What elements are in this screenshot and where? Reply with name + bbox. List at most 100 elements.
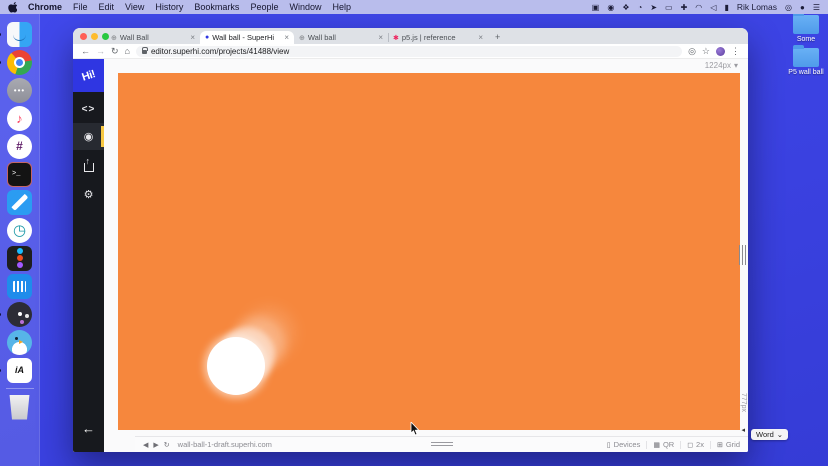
dock-messages-icon[interactable]: •••	[7, 78, 32, 103]
menu-chrome[interactable]: Chrome	[28, 2, 62, 12]
menu-help[interactable]: Help	[332, 2, 351, 12]
window-controls	[80, 33, 109, 40]
qr-toggle[interactable]: ▦ QR	[653, 440, 674, 449]
display-icon[interactable]: ▭	[665, 3, 673, 12]
tab-wall-ball-1[interactable]: ⊕ Wall Ball ×	[106, 31, 200, 44]
settings-button[interactable]: ⚙	[73, 181, 104, 208]
collapse-panel-icon[interactable]: ◂	[741, 426, 745, 434]
status-app-icon[interactable]: ❖	[622, 3, 629, 12]
menu-bar: Chrome File Edit View History Bookmarks …	[0, 0, 828, 14]
exit-editor-button[interactable]: ←	[73, 421, 104, 436]
dock-music-icon[interactable]: ♪	[7, 106, 32, 131]
2x-toggle[interactable]: ◻ 2x	[687, 440, 704, 449]
home-button[interactable]: ⌂	[125, 47, 130, 56]
dock-twitter-icon[interactable]	[7, 330, 32, 355]
close-tab-icon[interactable]: ×	[284, 33, 289, 42]
screen-mirroring-icon[interactable]: ▣	[592, 3, 600, 12]
menubar-username[interactable]: Rik Lomas	[737, 2, 777, 12]
profile-avatar[interactable]	[716, 47, 725, 56]
running-indicator	[0, 369, 1, 372]
minimize-window-button[interactable]	[91, 33, 98, 40]
menu-window[interactable]: Window	[289, 2, 321, 12]
dock-clock-icon[interactable]: ◷	[7, 218, 32, 243]
dock-chrome-icon[interactable]	[7, 50, 32, 75]
browser-menu-icon[interactable]: ⋮	[731, 47, 740, 56]
divider	[680, 441, 681, 449]
gear-icon: ⚙	[84, 188, 94, 201]
tab-p5js-reference[interactable]: ✱ p5.js | reference ×	[388, 31, 488, 44]
chrome-window: ⊕ Wall Ball × ● Wall ball - SuperHi × ⊕ …	[73, 28, 748, 452]
spotlight-icon[interactable]: ◎	[785, 3, 792, 12]
menu-view[interactable]: View	[125, 2, 144, 12]
dock-slack-icon[interactable]: #	[7, 134, 32, 159]
desktop-folder-some[interactable]: Some	[786, 15, 826, 43]
dock-finder-icon[interactable]	[7, 22, 32, 47]
p5-canvas[interactable]	[118, 73, 740, 430]
volume-icon[interactable]: ◁	[710, 3, 716, 12]
slack-glyph: #	[16, 139, 23, 153]
close-tab-icon[interactable]: ×	[378, 33, 383, 42]
dock-terminal-icon[interactable]: >_	[7, 162, 32, 187]
preview-url[interactable]: wall-ball-1-draft.superhi.com	[178, 440, 272, 449]
width-resize-handle[interactable]	[739, 245, 746, 265]
eye-icon: ◉	[84, 130, 94, 143]
back-arrow-icon: ←	[82, 421, 95, 436]
battery-icon[interactable]: ▮	[724, 3, 728, 12]
back-button[interactable]: ←	[81, 47, 90, 56]
desktop-folder-p5-wall-ball[interactable]: P5 wall ball	[786, 48, 826, 76]
dock-figma-icon[interactable]	[7, 246, 32, 271]
tab-strip: ⊕ Wall Ball × ● Wall ball - SuperHi × ⊕ …	[73, 28, 748, 44]
close-tab-icon[interactable]: ×	[478, 33, 483, 42]
dock-capture-icon[interactable]	[7, 302, 32, 327]
preview-bottom-bar: ◀ ▶ ↻ wall-ball-1-draft.superhi.com ▯ De…	[135, 436, 748, 452]
folder-label: Some	[786, 36, 826, 43]
reload-button[interactable]: ↻	[111, 47, 119, 56]
wifi-icon[interactable]: ◠	[695, 3, 702, 12]
dock-intercom-icon[interactable]	[7, 274, 32, 299]
zoom-page-icon[interactable]: ◎	[688, 47, 696, 56]
dock-ia-writer-icon[interactable]: iA	[7, 358, 32, 383]
preview-reload-button[interactable]: ↻	[164, 441, 170, 449]
menu-file[interactable]: File	[73, 2, 88, 12]
word-item-label: Word	[756, 430, 774, 439]
qr-label: QR	[663, 440, 674, 449]
clock-menu-icon[interactable]: ◔	[637, 3, 642, 12]
dock-trash-icon[interactable]	[7, 395, 32, 420]
grid-toggle[interactable]: ⊞ Grid	[717, 440, 740, 449]
close-tab-icon[interactable]: ×	[190, 33, 195, 42]
apple-logo-icon[interactable]	[8, 2, 18, 12]
bookmark-star-icon[interactable]: ☆	[702, 47, 710, 56]
menu-people[interactable]: People	[250, 2, 278, 12]
desktop: Chrome File Edit View History Bookmarks …	[0, 0, 828, 466]
status-app-icon[interactable]: ◉	[607, 3, 614, 12]
siri-icon[interactable]: ●	[800, 3, 805, 12]
close-window-button[interactable]	[80, 33, 87, 40]
preview-back-button[interactable]: ◀	[143, 441, 148, 449]
notification-center-icon[interactable]: ☰	[813, 3, 820, 12]
menu-bookmarks[interactable]: Bookmarks	[194, 2, 239, 12]
devices-label: Devices	[614, 440, 641, 449]
preview-forward-button[interactable]: ▶	[153, 441, 158, 449]
menu-edit[interactable]: Edit	[99, 2, 115, 12]
code-view-button[interactable]: <>	[73, 96, 104, 123]
desktop-word-item[interactable]: Word ⌄	[751, 429, 788, 440]
share-button[interactable]	[73, 154, 104, 181]
ssl-lock-icon[interactable]	[142, 50, 147, 54]
address-bar[interactable]: editor.superhi.com/projects/41488/view	[136, 46, 682, 57]
devices-toggle[interactable]: ▯ Devices	[607, 440, 641, 449]
preview-view-button[interactable]: ◉	[73, 123, 104, 150]
superhi-logo[interactable]: Hi!	[73, 59, 104, 92]
editor-sidebar: Hi! <> ◉ ⚙ ←	[73, 59, 104, 452]
code-icon: <>	[82, 104, 96, 115]
tab-wall-ball-superhi[interactable]: ● Wall ball - SuperHi ×	[200, 31, 294, 44]
url-text: editor.superhi.com/projects/41488/view	[151, 47, 289, 56]
canvas-width-selector[interactable]: 1224px ▾	[705, 61, 738, 70]
menu-history[interactable]: History	[155, 2, 183, 12]
tab-wall-ball-2[interactable]: ⊕ Wall ball ×	[294, 31, 388, 44]
location-icon[interactable]: ➤	[650, 3, 657, 12]
forward-button[interactable]: →	[96, 47, 105, 56]
dock-vscode-icon[interactable]	[7, 190, 32, 215]
new-tab-button[interactable]: +	[495, 32, 500, 42]
airdrop-icon[interactable]: ✚	[681, 3, 688, 12]
drag-handle[interactable]	[431, 442, 453, 448]
